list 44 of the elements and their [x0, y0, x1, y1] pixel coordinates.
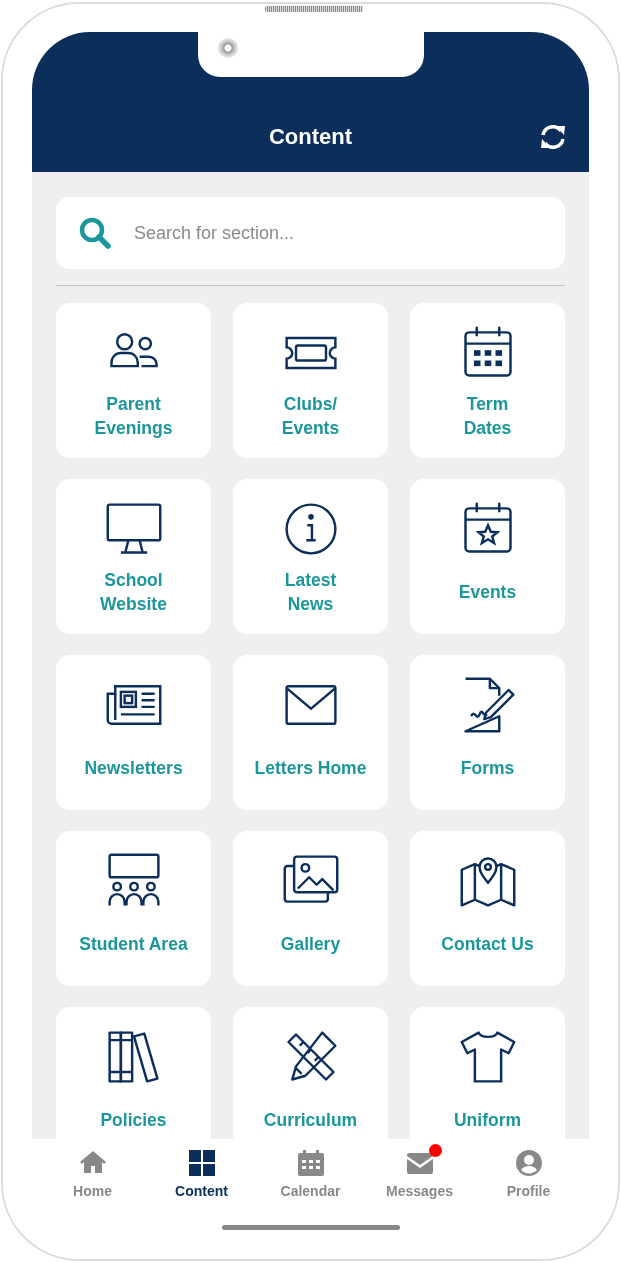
refresh-icon[interactable]: [539, 123, 567, 151]
tile-label: Term Dates: [463, 392, 512, 440]
search-field[interactable]: Search for section...: [56, 197, 565, 269]
section-tile[interactable]: Gallery: [233, 831, 388, 986]
tile-label: Gallery: [280, 932, 341, 956]
section-tile[interactable]: Contact Us: [410, 831, 565, 986]
screen-title: Content: [268, 124, 353, 150]
tile-label: School Website: [100, 568, 167, 616]
section-tile[interactable]: Term Dates: [410, 303, 565, 458]
grid-icon: [187, 1149, 216, 1177]
section-tile[interactable]: Clubs/ Events: [233, 303, 388, 458]
tile-label: Curriculum: [263, 1108, 358, 1132]
tile-label: Events: [458, 580, 517, 604]
tab-item[interactable]: Content: [147, 1143, 256, 1199]
section-tile[interactable]: Student Area: [56, 831, 211, 986]
section-tile[interactable]: Policies: [56, 1007, 211, 1139]
tile-label: Newsletters: [84, 756, 183, 780]
tab-item[interactable]: Profile: [474, 1143, 583, 1199]
tile-label: Contact Us: [441, 932, 534, 956]
section-tile[interactable]: Curriculum: [233, 1007, 388, 1139]
search-icon: [78, 216, 112, 250]
tab-item[interactable]: Home: [38, 1143, 147, 1199]
tile-label: Forms: [460, 756, 515, 780]
section-tile[interactable]: Letters Home: [233, 655, 388, 810]
section-tile[interactable]: Latest News: [233, 479, 388, 634]
tile-label: Letters Home: [254, 756, 367, 780]
tab-item[interactable]: Calendar: [256, 1143, 365, 1199]
section-tile[interactable]: Newsletters: [56, 655, 211, 810]
tile-label: Latest News: [284, 568, 337, 616]
tile-label: Clubs/ Events: [281, 392, 340, 440]
section-tile[interactable]: Uniform: [410, 1007, 565, 1139]
tab-item[interactable]: Messages: [365, 1143, 474, 1199]
section-tile[interactable]: Events: [410, 479, 565, 634]
calendar-icon: [296, 1149, 325, 1177]
camera-lens: [218, 38, 238, 58]
section-tile[interactable]: Forms: [410, 655, 565, 810]
tile-label: Parent Evenings: [94, 392, 173, 440]
tile-label: Policies: [100, 1108, 167, 1132]
tile-label: Uniform: [453, 1108, 522, 1132]
section-tile[interactable]: School Website: [56, 479, 211, 634]
user-avatar-icon: [514, 1149, 543, 1177]
search-input[interactable]: Search for section...: [132, 221, 543, 245]
section-tile[interactable]: Parent Evenings: [56, 303, 211, 458]
tile-label: Student Area: [79, 932, 188, 956]
